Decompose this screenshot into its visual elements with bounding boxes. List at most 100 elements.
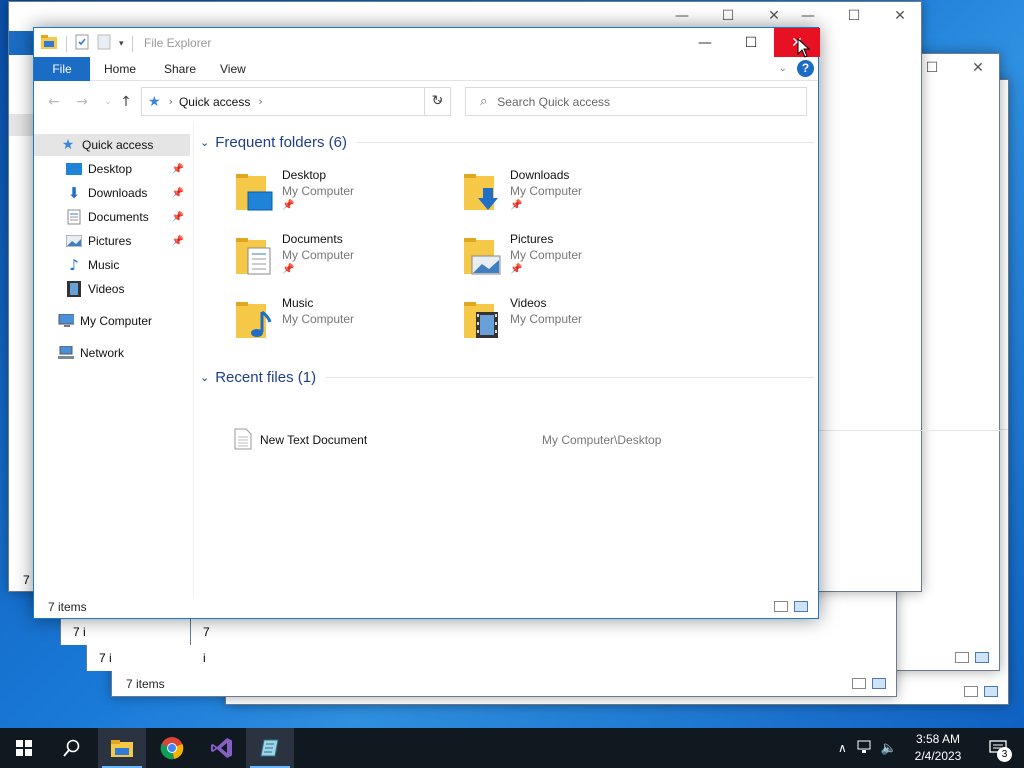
folder-tile-music[interactable]: Music My Computer bbox=[234, 296, 454, 352]
folder-tile-desktop[interactable]: Desktop My Computer 📌 bbox=[234, 168, 454, 224]
pin-icon[interactable]: 📌 bbox=[172, 164, 184, 175]
folder-location: My Computer bbox=[510, 248, 583, 262]
file-path: My Computer\Desktop bbox=[542, 433, 662, 447]
document-icon bbox=[66, 209, 82, 225]
nav-item-desktop[interactable]: Desktop 📌 bbox=[34, 158, 190, 180]
pin-icon[interactable]: 📌 bbox=[172, 188, 184, 199]
show-hidden-icons-icon[interactable]: ∧ bbox=[838, 741, 847, 755]
folder-name: Videos bbox=[510, 296, 547, 310]
item-count-partial: 7 i bbox=[86, 645, 112, 671]
collapse-chevron-icon[interactable]: ⌄ bbox=[200, 371, 209, 384]
refresh-button[interactable]: ↻ bbox=[424, 87, 451, 116]
properties-icon[interactable] bbox=[75, 34, 89, 53]
minimize-button[interactable]: — bbox=[682, 28, 728, 57]
volume-icon[interactable]: 🔈 bbox=[881, 741, 897, 756]
maximize-button[interactable]: ☐ bbox=[705, 2, 751, 30]
item-count: 7 items bbox=[48, 600, 87, 614]
address-bar[interactable]: ★ › Quick access › ⌄ bbox=[141, 87, 451, 116]
recent-file-row[interactable]: New Text Document My Computer\Desktop bbox=[230, 426, 790, 454]
taskbar-notepad[interactable] bbox=[246, 728, 294, 768]
close-button[interactable]: ✕ bbox=[955, 54, 999, 82]
search-box[interactable]: ⌕ Search Quick access bbox=[465, 87, 807, 116]
network-tray-icon[interactable] bbox=[857, 740, 873, 757]
large-icons-view-icon[interactable] bbox=[794, 601, 808, 612]
up-button[interactable]: ↑ bbox=[116, 93, 136, 111]
view-icons[interactable] bbox=[955, 652, 989, 663]
nav-item-pictures[interactable]: Pictures 📌 bbox=[34, 230, 190, 252]
nav-item-quick-access[interactable]: ★ Quick access bbox=[34, 134, 190, 156]
nav-item-network[interactable]: Network bbox=[34, 342, 190, 364]
computer-icon bbox=[58, 313, 74, 329]
collapse-chevron-icon[interactable]: ⌄ bbox=[200, 136, 209, 149]
folder-tile-downloads[interactable]: Downloads My Computer 📌 bbox=[462, 168, 682, 224]
tab-file[interactable]: File bbox=[34, 57, 90, 81]
details-view-icon[interactable] bbox=[774, 601, 788, 612]
pin-icon: 📌 bbox=[282, 200, 295, 211]
nav-item-downloads[interactable]: ⬇ Downloads 📌 bbox=[34, 182, 190, 204]
group-title: Frequent folders (6) bbox=[215, 134, 347, 151]
action-center-button[interactable]: 3 bbox=[978, 728, 1018, 768]
window-title: File Explorer bbox=[144, 36, 212, 50]
quick-access-toolbar: ▾ bbox=[40, 34, 133, 53]
breadcrumb-chevron-icon[interactable]: › bbox=[169, 95, 173, 108]
maximize-button-2[interactable]: ☐ bbox=[831, 2, 877, 30]
file-explorer-window[interactable]: ▾ File Explorer — ☐ ✕ File Home Share Vi… bbox=[33, 27, 820, 619]
tab-share[interactable]: Share bbox=[152, 57, 208, 81]
folder-tile-documents[interactable]: Documents My Computer 📌 bbox=[234, 232, 454, 288]
minimize-button[interactable]: — bbox=[659, 2, 705, 30]
frequent-folders-header[interactable]: ⌄ Frequent folders (6) bbox=[200, 134, 814, 151]
view-icons[interactable] bbox=[852, 678, 886, 689]
close-button-2[interactable]: ✕ bbox=[877, 2, 921, 30]
clock-date: 2/4/2023 bbox=[914, 749, 962, 763]
maximize-button[interactable]: ☐ bbox=[728, 28, 774, 57]
taskbar-file-explorer[interactable] bbox=[98, 728, 146, 768]
videos-folder-icon bbox=[464, 302, 498, 338]
nav-item-label: My Computer bbox=[80, 314, 153, 328]
customize-qat-icon[interactable]: ▾ bbox=[119, 39, 124, 49]
pin-icon: 📌 bbox=[510, 200, 523, 211]
breadcrumb-chevron-icon[interactable]: › bbox=[258, 95, 262, 108]
view-icons[interactable] bbox=[964, 686, 998, 697]
status-bar: 7 items bbox=[34, 596, 818, 618]
forward-button[interactable]: → bbox=[72, 93, 92, 111]
taskbar-chrome[interactable] bbox=[148, 728, 196, 768]
pin-icon[interactable]: 📌 bbox=[172, 236, 184, 247]
expand-ribbon-icon[interactable]: ⌄ bbox=[779, 63, 787, 74]
nav-item-label: Network bbox=[80, 346, 125, 360]
minimize-button-2[interactable]: — bbox=[785, 2, 831, 30]
tab-home[interactable]: Home bbox=[92, 57, 148, 81]
music-note-icon: ♪ bbox=[69, 256, 79, 274]
pin-icon[interactable]: 📌 bbox=[172, 212, 184, 223]
divider bbox=[809, 430, 1000, 431]
tab-view[interactable]: View bbox=[208, 57, 258, 81]
notepad-icon bbox=[260, 739, 279, 757]
nav-item-videos[interactable]: Videos bbox=[34, 278, 190, 300]
system-clock[interactable]: 3:58 AM 2/4/2023 bbox=[906, 731, 970, 765]
folder-tile-pictures[interactable]: Pictures My Computer 📌 bbox=[462, 232, 682, 288]
recent-locations-icon[interactable]: ⌄ bbox=[98, 93, 118, 111]
item-count-partial: 7 i bbox=[60, 619, 112, 645]
search-button[interactable] bbox=[48, 728, 96, 768]
start-button[interactable] bbox=[0, 728, 48, 768]
title-bar[interactable]: ▾ File Explorer — ☐ ✕ bbox=[34, 28, 820, 57]
new-folder-icon[interactable] bbox=[97, 34, 111, 53]
nav-item-my-computer[interactable]: My Computer bbox=[34, 310, 190, 332]
nav-item-label: Documents bbox=[88, 210, 149, 224]
back-button[interactable]: ← bbox=[44, 93, 64, 111]
help-icon[interactable]: ? bbox=[797, 60, 814, 77]
folder-tile-videos[interactable]: Videos My Computer bbox=[462, 296, 682, 352]
nav-item-documents[interactable]: Documents 📌 bbox=[34, 206, 190, 228]
nav-item-music[interactable]: ♪ Music bbox=[34, 254, 190, 276]
navigation-bar: ← → ⌄ ↑ ★ › Quick access › ⌄ ↻ ⌕ Search … bbox=[34, 82, 818, 122]
taskbar-visual-studio[interactable] bbox=[198, 728, 246, 768]
downloads-folder-icon bbox=[464, 174, 498, 210]
file-name: New Text Document bbox=[260, 433, 368, 447]
recent-files-header[interactable]: ⌄ Recent files (1) bbox=[200, 369, 814, 386]
music-folder-icon bbox=[236, 302, 272, 338]
folder-name: Documents bbox=[282, 232, 343, 246]
divider bbox=[326, 377, 814, 378]
breadcrumb-quick-access[interactable]: Quick access bbox=[179, 95, 250, 109]
folder-location: My Computer bbox=[282, 312, 355, 326]
nav-item-label: Downloads bbox=[88, 186, 148, 200]
nav-item-label: Pictures bbox=[88, 234, 132, 248]
